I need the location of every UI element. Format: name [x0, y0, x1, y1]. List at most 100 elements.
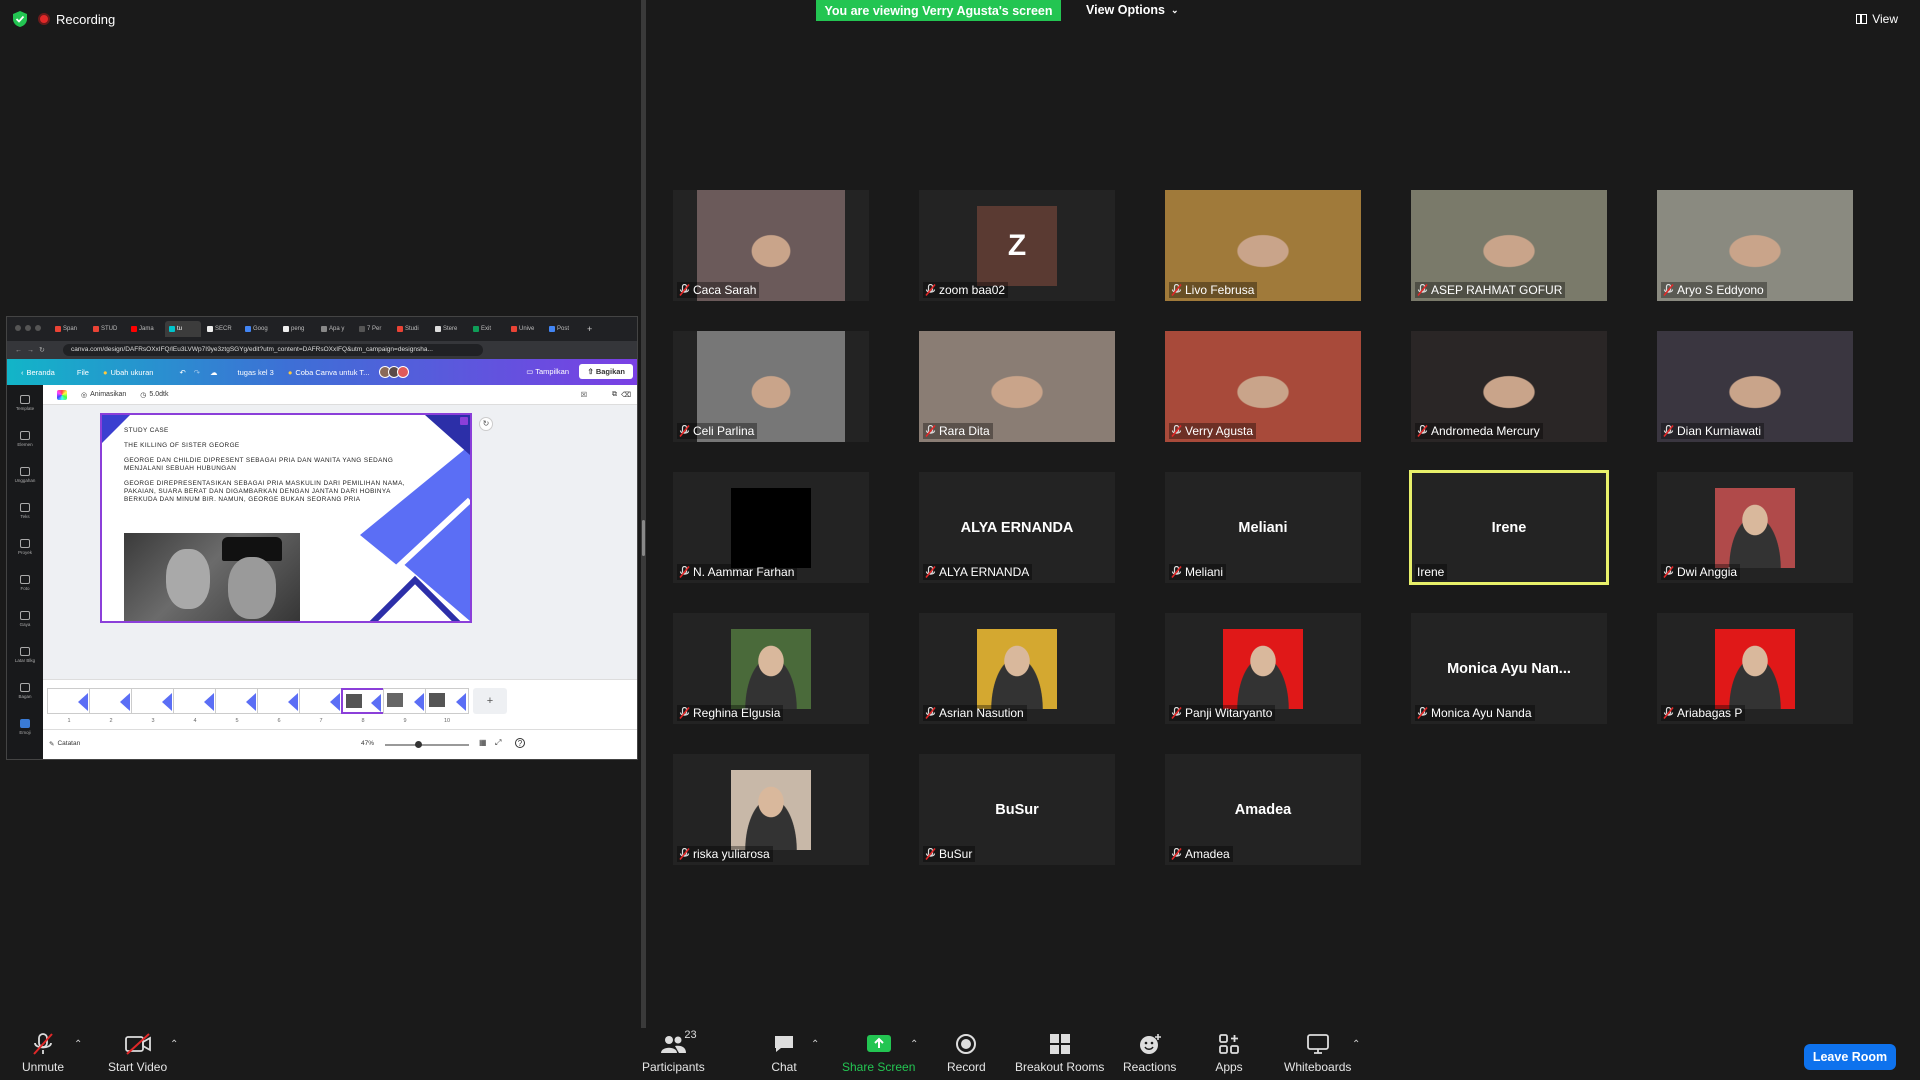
canva-canvas[interactable]: STUDY CASE THE KILLING OF SISTER GEORGE …	[43, 405, 637, 679]
canva-try-pro-button[interactable]: ● Coba Canva untuk T...	[288, 368, 370, 377]
view-options-button[interactable]: View Options ⌄	[1086, 3, 1179, 17]
redo-icon[interactable]: ↷	[194, 368, 200, 377]
sidebar-item-text[interactable]: Teks	[7, 493, 43, 529]
help-icon[interactable]: ?	[515, 738, 525, 748]
drag-handle[interactable]	[642, 520, 645, 556]
participant-tile[interactable]: Verry Agusta	[1165, 331, 1361, 442]
record-button[interactable]: Record	[947, 1033, 986, 1074]
browser-tab[interactable]: STUD	[89, 321, 125, 337]
address-bar[interactable]: canva.com/design/DAFRsOXxIFQ/lEu3LVWp7I9…	[63, 344, 483, 356]
page-thumbnail-selected[interactable]	[341, 688, 385, 714]
browser-tab[interactable]: Apa y	[317, 321, 353, 337]
whiteboard-options-caret[interactable]: ⌃	[1352, 1039, 1360, 1050]
browser-tab[interactable]: Unive	[507, 321, 543, 337]
start-video-button[interactable]: Start Video	[108, 1033, 167, 1074]
participant-tile[interactable]: Dian Kurniawati	[1657, 331, 1853, 442]
participant-tile[interactable]: Celi Parlina	[673, 331, 869, 442]
video-options-caret[interactable]: ⌃	[170, 1039, 178, 1050]
participant-tile[interactable]: Irene Irene	[1409, 470, 1609, 585]
sidebar-item-elements[interactable]: Elemen	[7, 421, 43, 457]
participant-tile[interactable]: N. Aammar Farhan	[673, 472, 869, 583]
participants-button[interactable]: 23 Participants	[642, 1029, 705, 1074]
fullscreen-icon[interactable]: ⤢	[495, 738, 501, 748]
add-page-button[interactable]: +	[473, 688, 507, 714]
participant-tile[interactable]: Ariabagas P	[1657, 613, 1853, 724]
canva-file-menu[interactable]: File	[77, 368, 89, 377]
duplicate-icon[interactable]: ⧉	[612, 391, 617, 399]
participant-tile[interactable]: Rara Dita	[919, 331, 1115, 442]
browser-tab-active[interactable]: tu	[165, 321, 201, 337]
chat-options-caret[interactable]: ⌃	[811, 1039, 819, 1050]
participant-tile[interactable]: Dwi Anggia	[1657, 472, 1853, 583]
notes-button[interactable]: ✎ Catatan	[49, 740, 80, 748]
sidebar-item-template[interactable]: Template	[7, 385, 43, 421]
split-view-divider[interactable]	[641, 0, 646, 1030]
browser-tab[interactable]: Span	[51, 321, 87, 337]
recording-indicator[interactable]: Recording	[12, 10, 115, 28]
participant-tile[interactable]: riska yuliarosa	[673, 754, 869, 865]
sidebar-item-charts[interactable]: Bagan	[7, 673, 43, 709]
participant-tile[interactable]: Zzoom baa02	[919, 190, 1115, 301]
share-options-caret[interactable]: ⌃	[910, 1039, 918, 1050]
canva-share-button[interactable]: ⇧ Bagikan	[579, 364, 633, 379]
breakout-rooms-button[interactable]: Breakout Rooms	[1015, 1033, 1104, 1074]
back-icon[interactable]: ←	[15, 347, 22, 354]
page-thumbnail[interactable]	[131, 688, 175, 714]
participant-tile[interactable]: Andromeda Mercury	[1411, 331, 1607, 442]
participant-tile[interactable]: ASEP RAHMAT GOFUR	[1411, 190, 1607, 301]
chat-button[interactable]: Chat	[770, 1033, 798, 1074]
reactions-button[interactable]: Reactions	[1123, 1033, 1176, 1074]
sidebar-item-styles[interactable]: Gaya	[7, 601, 43, 637]
page-thumbnail[interactable]	[425, 688, 469, 714]
grid-view-icon[interactable]: ▦	[479, 738, 487, 747]
page-thumbnail[interactable]	[173, 688, 217, 714]
undo-icon[interactable]: ↶	[179, 368, 185, 377]
participant-tile[interactable]: Monica Ayu Nan... Monica Ayu Nanda	[1411, 613, 1607, 724]
canva-doc-title[interactable]: tugas kel 3	[238, 368, 274, 377]
participant-tile[interactable]: Reghina Elgusia	[673, 613, 869, 724]
page-thumbnail[interactable]	[47, 688, 91, 714]
browser-tab[interactable]: Exit	[469, 321, 505, 337]
sidebar-item-photos[interactable]: Foto	[7, 565, 43, 601]
canva-resize-button[interactable]: ● Ubah ukuran	[103, 368, 153, 377]
participant-tile[interactable]: BuSur BuSur	[919, 754, 1115, 865]
participant-tile[interactable]: Caca Sarah	[673, 190, 869, 301]
canva-home-link[interactable]: ‹ Beranda	[21, 368, 55, 377]
unmute-button[interactable]: Unmute	[22, 1033, 64, 1074]
page-thumbnail[interactable]	[257, 688, 301, 714]
participant-tile[interactable]: Aryo S Eddyono	[1657, 190, 1853, 301]
sidebar-item-background[interactable]: Latar Blkg	[7, 637, 43, 673]
whiteboards-button[interactable]: Whiteboards	[1284, 1033, 1351, 1074]
apps-button[interactable]: Apps	[1215, 1033, 1243, 1074]
reload-icon[interactable]: ↻	[39, 346, 45, 354]
shared-screen[interactable]: Span STUD Jama tu SECR Goog peng Apa y 7…	[6, 316, 638, 760]
forward-icon[interactable]: →	[27, 347, 34, 354]
participant-tile[interactable]: ALYA ERNANDA ALYA ERNANDA	[919, 472, 1115, 583]
browser-tab[interactable]: peng	[279, 321, 315, 337]
share-screen-button[interactable]: Share Screen	[842, 1033, 915, 1074]
participant-tile[interactable]: Livo Februsa	[1165, 190, 1361, 301]
sidebar-item-emoji[interactable]: Emoji	[7, 709, 43, 745]
page-thumbnail[interactable]	[89, 688, 133, 714]
browser-tab[interactable]: Studi	[393, 321, 429, 337]
sidebar-item-projects[interactable]: Proyek	[7, 529, 43, 565]
audio-options-caret[interactable]: ⌃	[74, 1039, 82, 1050]
page-thumbnail[interactable]	[383, 688, 427, 714]
leave-room-button[interactable]: Leave Room	[1804, 1044, 1896, 1070]
trash-icon[interactable]: ⌫	[621, 391, 631, 399]
participant-tile[interactable]: Asrian Nasution	[919, 613, 1115, 724]
new-tab-icon[interactable]: +	[587, 324, 592, 334]
color-swatch[interactable]	[57, 389, 67, 400]
lock-icon[interactable]: ☒	[581, 391, 587, 399]
duration-button[interactable]: ◷ 5.0dtk	[140, 391, 168, 399]
participant-tile[interactable]: Meliani Meliani	[1165, 472, 1361, 583]
view-button[interactable]: View	[1856, 12, 1898, 26]
browser-tab[interactable]: Stere	[431, 321, 467, 337]
sidebar-item-uploads[interactable]: Unggahan	[7, 457, 43, 493]
animate-button[interactable]: ◎ Animasikan	[81, 391, 126, 399]
browser-tab[interactable]: SECR	[203, 321, 239, 337]
refresh-icon[interactable]: ↻	[479, 417, 493, 431]
slide-page[interactable]: STUDY CASE THE KILLING OF SISTER GEORGE …	[100, 413, 472, 623]
zoom-slider[interactable]	[385, 741, 469, 748]
page-thumbnail[interactable]	[215, 688, 259, 714]
